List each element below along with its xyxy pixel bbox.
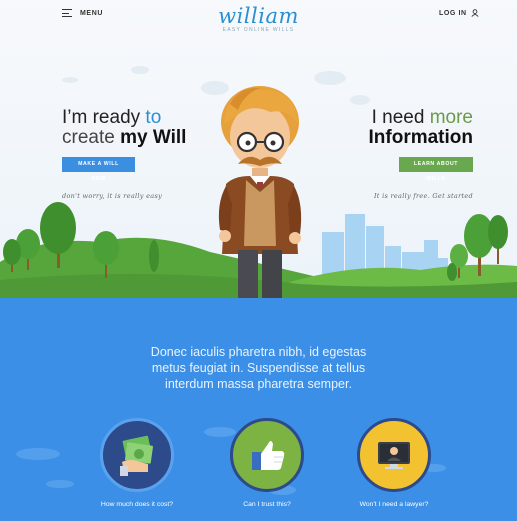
left-headline-accent: to	[140, 107, 162, 128]
user-icon	[471, 9, 479, 17]
left-headline-line2: create my Will	[62, 128, 186, 148]
left-headline-bold: my Will	[120, 127, 187, 148]
intro-line: interdum massa pharetra semper.	[165, 377, 352, 391]
right-headline-line1: I need more	[369, 107, 473, 128]
feature-trust-circle[interactable]	[230, 418, 304, 492]
money-hand-icon	[120, 435, 153, 476]
info-section: Donec iaculis pharetra nibh, id egestas …	[0, 298, 517, 521]
intro-text: Donec iaculis pharetra nibh, id egestas …	[0, 344, 517, 392]
right-script-note: It is really free. Get started	[373, 192, 473, 200]
information-block: I need more Information LEARN ABOUT WILL…	[369, 107, 474, 200]
login-label: LOG IN	[439, 9, 467, 17]
intro-line: Donec iaculis pharetra nibh, id egestas	[150, 345, 367, 359]
right-headline-accent: more	[429, 107, 473, 128]
feature-cost[interactable]: How much does it cost?	[87, 418, 187, 508]
intro-line: metus feugiat in. Suspendisse at tellus	[151, 361, 366, 375]
feature-trust-label: Can I trust this?	[243, 501, 291, 508]
left-headline-line1: I’m ready to	[62, 108, 186, 128]
feature-lawyer-circle[interactable]	[357, 418, 431, 492]
feature-cost-label: How much does it cost?	[100, 501, 174, 508]
video-call-icon	[378, 442, 410, 469]
feature-lawyer-label: Won't I need a lawyer?	[359, 501, 429, 508]
login-link[interactable]: LOG IN	[439, 9, 479, 17]
feature-lawyer[interactable]: Won't I need a lawyer?	[344, 418, 444, 508]
hero-section: MENU william EASY ONLINE WILLS LOG IN I’…	[0, 0, 517, 298]
logo-tagline: EASY ONLINE WILLS	[222, 27, 295, 33]
right-headline-bold: Information	[368, 127, 474, 148]
left-headline-strong: I’m ready	[62, 107, 141, 128]
make-will-block: I’m ready to create my Will MAKE A WILL …	[62, 108, 186, 200]
make-will-button[interactable]: MAKE A WILL NOW	[62, 157, 135, 182]
thumbs-up-icon	[252, 441, 285, 470]
learn-about-wills-button[interactable]: LEARN ABOUT WILLS	[399, 157, 473, 182]
right-headline-line2: Information	[369, 128, 474, 148]
character-illustration	[218, 86, 302, 298]
feature-trust[interactable]: Can I trust this?	[217, 418, 317, 508]
left-headline-light: create	[62, 127, 121, 148]
left-script-note: don't worry, it is really easy	[62, 192, 163, 200]
right-headline-strong: I need	[371, 107, 430, 128]
feature-cost-circle[interactable]	[100, 418, 174, 492]
